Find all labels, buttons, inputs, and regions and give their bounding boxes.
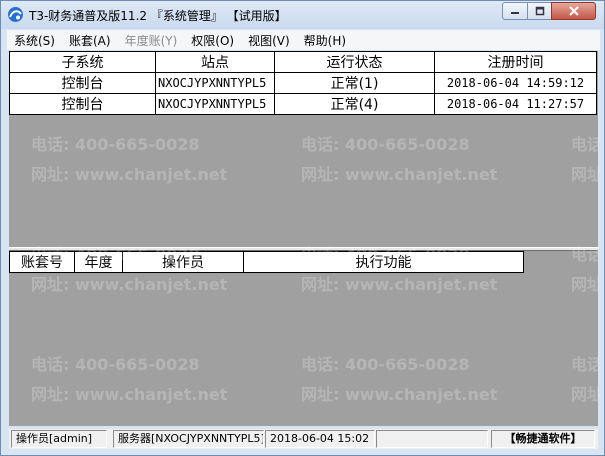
column-header-account-no[interactable]: 账套号 — [9, 251, 75, 273]
menu-help[interactable]: 帮助(H) — [297, 32, 353, 49]
cell-register-time: 2018-06-04 14:59:12 — [434, 72, 597, 94]
watermark-phone: 电话: 400-665-0028 — [571, 355, 598, 374]
watermark-phone: 电话: 400-665-0028 — [31, 355, 200, 374]
watermark-phone: 电话: 400-665-0028 — [571, 135, 598, 154]
watermark-phone: 电话: 400-665-0028 — [31, 135, 200, 154]
watermark-phone: 电话: 400-665-0028 — [571, 245, 598, 264]
status-server: 服务器[NXOCJYPXNNTYPL5] — [113, 430, 264, 448]
watermark-phone: 电话: 400-665-0028 — [301, 355, 470, 374]
maximize-button[interactable] — [527, 2, 552, 20]
minimize-button[interactable] — [502, 2, 528, 20]
minimize-icon — [511, 12, 519, 14]
watermark-site: 网址: www.chanjet.net — [31, 275, 228, 294]
close-icon — [568, 6, 579, 16]
status-operator: 操作员[admin] — [11, 430, 107, 448]
status-empty — [376, 430, 488, 448]
app-logo-icon — [8, 7, 23, 22]
watermark-phone: 电话: 400-665-0028 — [301, 135, 470, 154]
menu-permissions[interactable]: 权限(O) — [184, 32, 241, 49]
watermark-site: 网址: www.chanjet.net — [31, 385, 228, 404]
title-bar[interactable]: T3-财务通普及版11.2 『系统管理』 【试用版】 — [1, 1, 604, 29]
watermark-site: 网址: www.chanjet.net — [301, 385, 498, 404]
maximize-icon — [535, 6, 544, 16]
cell-subsystem: 控制台 — [9, 93, 156, 115]
status-datetime: 2018-06-04 15:02 — [265, 430, 375, 448]
watermark-site: 网址: www.chanjet.net — [31, 165, 228, 184]
cell-status: 正常(4) — [274, 93, 435, 115]
column-header-year[interactable]: 年度 — [74, 251, 123, 273]
column-header-site[interactable]: 站点 — [155, 51, 275, 73]
cell-subsystem: 控制台 — [9, 72, 156, 94]
cell-site: NXOCJYPXNNTYPL5 — [155, 72, 275, 94]
window-title: T3-财务通普及版11.2 『系统管理』 【试用版】 — [29, 9, 287, 23]
column-header-operator[interactable]: 操作员 — [122, 251, 244, 273]
status-brand: 【畅捷通软件】 — [491, 430, 595, 448]
cell-site: NXOCJYPXNNTYPL5 — [155, 93, 275, 115]
session-table-header: 子系统 站点 运行状态 注册时间 — [9, 51, 597, 73]
watermark-site: 网址: www.chanjet.net — [571, 275, 598, 294]
close-button[interactable] — [551, 2, 596, 20]
table-row[interactable]: 控制台 NXOCJYPXNNTYPL5 正常(1) 2018-06-04 14:… — [9, 72, 597, 94]
task-table-header: 账套号 年度 操作员 执行功能 — [9, 251, 524, 273]
menu-annual-account: 年度账(Y) — [124, 33, 178, 48]
watermark-site: 网址: www.chanjet.net — [571, 165, 598, 184]
watermark-site: 网址: www.chanjet.net — [301, 165, 498, 184]
cell-register-time: 2018-06-04 11:27:57 — [434, 93, 597, 115]
cell-status: 正常(1) — [274, 72, 435, 94]
watermark-site: 网址: www.chanjet.net — [301, 275, 498, 294]
status-bar: 操作员[admin] 服务器[NXOCJYPXNNTYPL5] 2018-06-… — [9, 429, 598, 449]
column-header-subsystem[interactable]: 子系统 — [9, 51, 156, 73]
column-header-status[interactable]: 运行状态 — [274, 51, 435, 73]
task-table: 账套号 年度 操作员 执行功能 — [9, 251, 524, 273]
app-window: T3-财务通普及版11.2 『系统管理』 【试用版】 系统(S) 账套(A) 年… — [0, 0, 605, 456]
column-header-function[interactable]: 执行功能 — [243, 251, 524, 273]
menu-bar: 系统(S) 账套(A) 年度账(Y) 权限(O) 视图(V) 帮助(H) — [7, 30, 600, 50]
menu-account-set[interactable]: 账套(A) — [62, 32, 118, 49]
menu-system[interactable]: 系统(S) — [7, 32, 62, 49]
table-row[interactable]: 控制台 NXOCJYPXNNTYPL5 正常(4) 2018-06-04 11:… — [9, 93, 597, 115]
client-area: 子系统 站点 运行状态 注册时间 控制台 NXOCJYPXNNTYPL5 正常(… — [9, 51, 598, 426]
watermark-site: 网址: www.chanjet.net — [571, 385, 598, 404]
menu-view[interactable]: 视图(V) — [241, 32, 297, 49]
column-header-register-time[interactable]: 注册时间 — [434, 51, 597, 73]
session-table: 子系统 站点 运行状态 注册时间 控制台 NXOCJYPXNNTYPL5 正常(… — [9, 51, 597, 115]
